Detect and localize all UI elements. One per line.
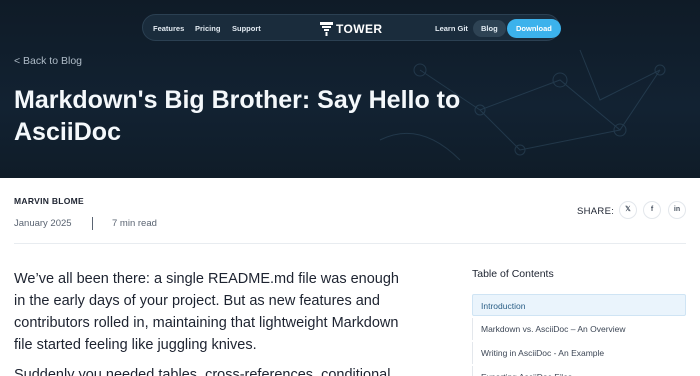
nav-link-support[interactable]: Support <box>232 15 261 42</box>
nav-link-features[interactable]: Features <box>153 15 184 42</box>
brand-name: TOWER <box>336 21 383 36</box>
article-paragraph-partial: Suddenly you needed tables, cross-refere… <box>14 367 391 376</box>
read-time: 7 min read <box>112 218 157 229</box>
hero-banner: Features Pricing Support TOWER Learn Git… <box>0 0 700 178</box>
top-navbar: Features Pricing Support TOWER Learn Git… <box>142 14 561 42</box>
nav-link-learn-git[interactable]: Learn Git <box>435 15 468 42</box>
toc-title: Table of Contents <box>472 268 554 280</box>
download-button[interactable]: Download <box>507 19 561 38</box>
back-to-blog-link[interactable]: < Back to Blog <box>14 55 82 67</box>
tower-logo[interactable]: TOWER <box>320 21 382 36</box>
toc-item-writing-example[interactable]: Writing in AsciiDoc - An Example <box>472 342 686 364</box>
meta-divider-line <box>14 243 686 244</box>
toc-item-markdown-vs-asciidoc[interactable]: Markdown vs. AsciiDoc – An Overview <box>472 318 686 340</box>
facebook-icon[interactable]: f <box>643 201 661 219</box>
author-name: MARVIN BLOME <box>14 196 85 206</box>
publish-date: January 2025 <box>14 218 72 229</box>
nav-link-blog[interactable]: Blog <box>473 20 506 37</box>
nav-link-pricing[interactable]: Pricing <box>195 15 220 42</box>
share-label: SHARE: <box>577 206 615 217</box>
article-paragraph: We’ve all been there: a single README.md… <box>14 271 399 353</box>
meta-divider <box>92 217 93 230</box>
toc-item-introduction[interactable]: Introduction <box>472 294 686 316</box>
tower-logo-icon <box>320 21 333 36</box>
x-icon[interactable]: 𝕏 <box>619 201 637 219</box>
toc-item-exporting[interactable]: Exporting AsciiDoc Files <box>472 366 686 376</box>
article-title: Markdown's Big Brother: Say Hello to Asc… <box>14 86 461 146</box>
linkedin-icon[interactable]: in <box>668 201 686 219</box>
